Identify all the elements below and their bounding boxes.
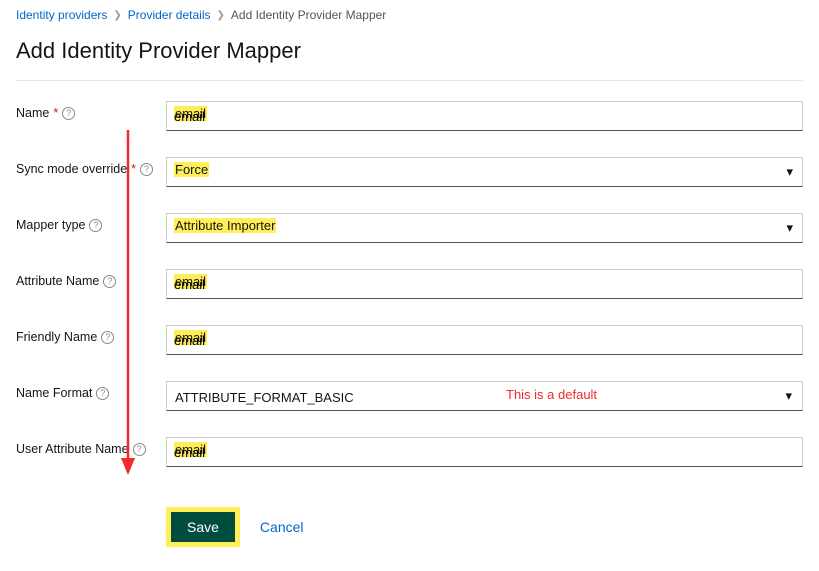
friendly-name-input[interactable] [166,325,803,355]
help-icon[interactable]: ? [133,443,146,456]
divider [16,80,803,81]
name-input[interactable] [166,101,803,131]
chevron-right-icon: ❯ [113,10,121,21]
name-format-select[interactable]: ATTRIBUTE_FORMAT_BASIC ▾ [166,381,803,411]
breadcrumb-identity-providers[interactable]: Identity providers [16,8,107,22]
label-mapper-type: Mapper type ? [16,213,166,232]
label-sync-mode: Sync mode override* ? [16,157,166,176]
label-name-format: Name Format ? [16,381,166,400]
help-icon[interactable]: ? [89,219,102,232]
breadcrumb-provider-details[interactable]: Provider details [128,8,211,22]
help-icon[interactable]: ? [96,387,109,400]
page-title: Add Identity Provider Mapper [16,38,803,64]
chevron-right-icon: ❯ [217,10,225,21]
attribute-name-input[interactable] [166,269,803,299]
name-format-value: ATTRIBUTE_FORMAT_BASIC [175,390,354,405]
help-icon[interactable]: ? [62,107,75,120]
help-icon[interactable]: ? [103,275,116,288]
save-button[interactable]: Save [171,512,235,542]
help-icon[interactable]: ? [101,331,114,344]
label-attribute-name: Attribute Name ? [16,269,166,288]
sync-mode-select[interactable]: Force Force ▾ [166,157,803,187]
highlight: Save [166,507,240,547]
cancel-link[interactable]: Cancel [260,519,304,535]
mapper-type-select[interactable]: Attribute Importer Attribute Importer ▾ [166,213,803,243]
label-friendly-name: Friendly Name ? [16,325,166,344]
help-icon[interactable]: ? [140,163,153,176]
user-attribute-name-input[interactable] [166,437,803,467]
breadcrumb-current: Add Identity Provider Mapper [231,8,386,22]
breadcrumb: Identity providers ❯ Provider details ❯ … [16,8,803,22]
label-user-attribute-name: User Attribute Name ? [16,437,166,456]
label-name: Name* ? [16,101,166,120]
